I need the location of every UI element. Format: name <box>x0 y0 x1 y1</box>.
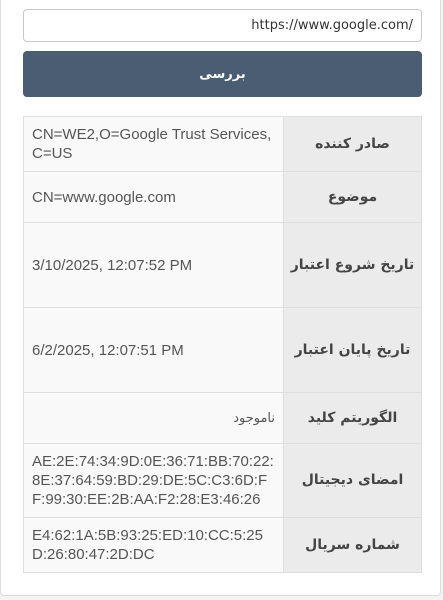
row-label-subject: موضوع <box>283 171 422 223</box>
row-label-issuer: صادر کننده <box>283 116 422 172</box>
row-label-digital-signature: امضای دیجیتال <box>283 443 422 518</box>
page: بررسی صادر کننده CN=WE2,O=Google Trust S… <box>0 0 443 600</box>
row-value-valid-to: 6/2/2025, 12:07:51 PM <box>23 307 284 393</box>
table-row: تاریخ پایان اعتبار 6/2/2025, 12:07:51 PM <box>23 307 422 393</box>
row-label-key-algorithm: الگوریتم کلید <box>283 392 422 444</box>
row-value-valid-from: 3/10/2025, 12:07:52 PM <box>23 222 284 308</box>
row-value-subject: CN=www.google.com <box>23 171 284 223</box>
row-value-serial-number: E4:62:1A:5B:93:25:ED:10:CC:5:25D:26:80:4… <box>23 517 284 573</box>
table-row: تاریخ شروع اعتبار 3/10/2025, 12:07:52 PM <box>23 222 422 308</box>
table-row: موضوع CN=www.google.com <box>23 171 422 223</box>
row-label-valid-from: تاریخ شروع اعتبار <box>283 222 422 308</box>
row-value-key-algorithm: ناموجود <box>23 392 284 444</box>
check-button[interactable]: بررسی <box>23 51 422 97</box>
ssl-checker-card: بررسی صادر کننده CN=WE2,O=Google Trust S… <box>0 0 441 596</box>
table-row: صادر کننده CN=WE2,O=Google Trust Service… <box>23 116 422 172</box>
row-value-issuer: CN=WE2,O=Google Trust Services,C=US <box>23 116 284 172</box>
url-input[interactable] <box>23 9 422 42</box>
table-row: شماره سریال E4:62:1A:5B:93:25:ED:10:CC:5… <box>23 517 422 573</box>
row-label-serial-number: شماره سریال <box>283 517 422 573</box>
table-row: امضای دیجیتال AE:2E:74:34:9D:0E:36:71:BB… <box>23 443 422 518</box>
row-value-digital-signature: AE:2E:74:34:9D:0E:36:71:BB:70:22:8E:37:6… <box>23 443 284 518</box>
table-row: الگوریتم کلید ناموجود <box>23 392 422 444</box>
row-label-valid-to: تاریخ پایان اعتبار <box>283 307 422 393</box>
certificate-details-table: صادر کننده CN=WE2,O=Google Trust Service… <box>23 116 422 573</box>
